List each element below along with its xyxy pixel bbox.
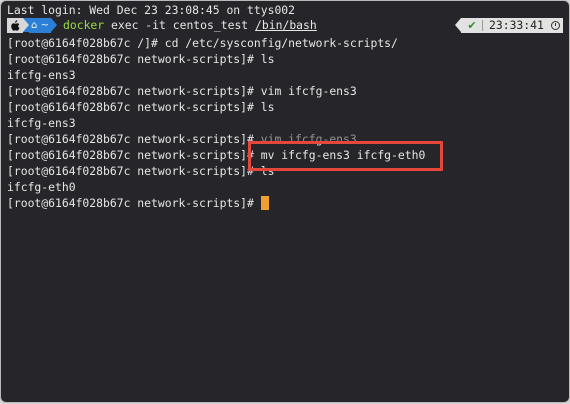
output-line: [root@6164f028b67c network-scripts]# ls	[7, 100, 275, 114]
command-path: /bin/bash	[255, 18, 317, 32]
terminal-output[interactable]: Last login: Wed Dec 23 23:08:45 on ttys0…	[7, 1, 563, 402]
output-line: [root@6164f028b67c network-scripts]# ls	[7, 164, 275, 178]
output-line: [root@6164f028b67c network-scripts]# vim…	[7, 84, 357, 98]
output-line: [root@6164f028b67c /]# cd /etc/sysconfig…	[7, 36, 398, 50]
terminal-window: Last login: Wed Dec 23 23:08:45 on ttys0…	[0, 0, 570, 403]
clock-icon	[551, 21, 560, 30]
output-line: ifcfg-ens3	[7, 116, 76, 130]
home-icon: ⌂	[31, 20, 38, 31]
overlap-shade	[260, 133, 400, 141]
highlight-box	[248, 141, 443, 171]
dir-label: ~	[40, 20, 49, 31]
command-name: docker	[63, 18, 105, 32]
apple-icon	[7, 18, 23, 33]
home-directory-segment: ⌂ ~	[29, 18, 51, 33]
output-line: ifcfg-eth0	[7, 180, 76, 194]
prompt-text: [root@6164f028b67c network-scripts]#	[7, 196, 261, 210]
last-login-line: Last login: Wed Dec 23 23:08:45 on ttys0…	[7, 3, 296, 17]
time-label: 23:33:41	[489, 18, 544, 32]
output-line: ifcfg-ens3	[7, 68, 76, 82]
text-cursor	[260, 196, 269, 210]
powerline-prompt: ⌂ ~ docker exec -it centos_test /bin/bas…	[7, 18, 563, 33]
time-segment: 23:33:41	[483, 18, 563, 33]
docker-command: docker exec -it centos_test /bin/bash	[63, 18, 317, 33]
command-args: exec -it centos_test	[104, 18, 256, 32]
output-line: [root@6164f028b67c network-scripts]# ls	[7, 52, 275, 66]
current-prompt-line[interactable]: [root@6164f028b67c network-scripts]#	[7, 195, 269, 211]
checkmark-icon: ✔	[461, 18, 483, 33]
